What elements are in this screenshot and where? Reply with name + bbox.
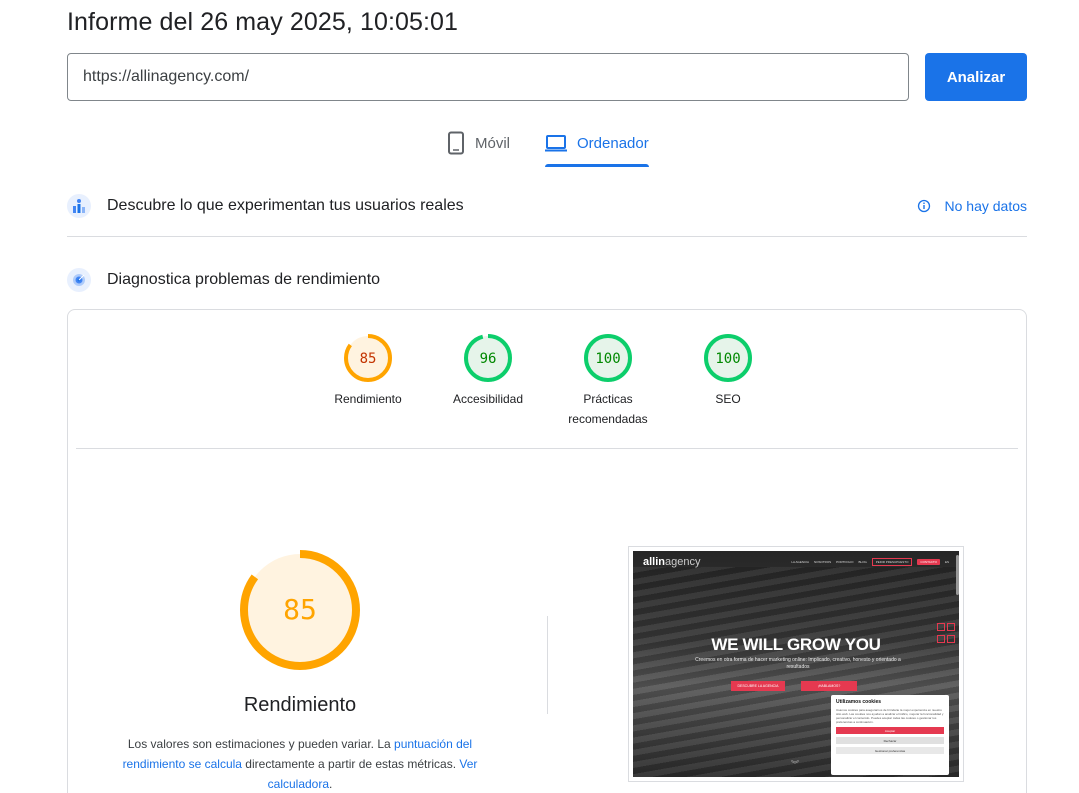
no-data-label: No hay datos — [944, 198, 1028, 214]
info-icon — [917, 199, 930, 213]
lighthouse-radar-icon — [67, 268, 91, 292]
screenshot-cookie-banner: Utilizamos cookies Usamos cookies para a… — [831, 695, 949, 775]
gauge-ring: 96 — [464, 334, 512, 382]
screenshot-nav: allinagency LA AGENCIA NOSOTROS PORTFOLI… — [633, 551, 959, 573]
field-data-section: Descubre lo que experimentan tus usuario… — [67, 194, 1027, 218]
performance-big-label: Rendimiento — [243, 694, 357, 716]
gauge-label: Accesibilidad — [452, 392, 524, 406]
smartphone-icon — [448, 131, 464, 155]
gauge-label: Prácticas recomendadas — [568, 392, 648, 426]
final-screenshot[interactable]: allinagency LA AGENCIA NOSOTROS PORTFOLI… — [628, 546, 964, 782]
gauge-label: Rendimiento — [334, 392, 402, 406]
tab-mobile[interactable]: Móvil — [447, 131, 510, 167]
page-title: Informe del 26 may 2025, 10:05:01 — [67, 8, 459, 36]
analyze-button[interactable]: Analizar — [925, 53, 1027, 101]
gauge-ring: 100 — [704, 334, 752, 382]
screenshot-headline: WE WILL GROW YOU — [711, 635, 881, 654]
lab-data-title: Diagnostica problemas de rendimiento — [107, 271, 381, 288]
screenshot-image: allinagency LA AGENCIA NOSOTROS PORTFOLI… — [633, 551, 959, 777]
performance-description: Los valores son estimaciones y pueden va… — [122, 737, 478, 791]
card-divider — [76, 448, 1018, 449]
scroll-down-icon: ︾ — [791, 760, 799, 769]
users-chart-icon — [67, 194, 91, 218]
screenshot-menu: LA AGENCIA NOSOTROS PORTFOLIO BLOG PEDIR… — [791, 558, 949, 566]
lab-data-section: Diagnostica problemas de rendimiento — [67, 268, 1027, 292]
screenshot-btn-talk: ¡HABLAMOS? — [801, 681, 857, 691]
report-card: 85 Rendimiento 96 Accesibilidad 100 Prácticas… — [67, 309, 1027, 793]
tab-mobile-label: Móvil — [475, 135, 511, 152]
gauge-label: SEO — [715, 392, 741, 406]
gauge-score: 100 — [715, 351, 740, 367]
gauge-accesibilidad[interactable]: 96 Accesibilidad — [438, 332, 538, 409]
gauge-score: 96 — [480, 351, 497, 367]
gauge-score: 100 — [595, 351, 620, 367]
gauge-practicas-recomendadas[interactable]: 100 Prácticas recomendadas — [558, 332, 658, 429]
performance-big-score: 85 — [283, 593, 317, 626]
gauge-ring: 85 — [344, 334, 392, 382]
section-divider — [67, 236, 1027, 237]
url-input[interactable] — [67, 53, 909, 101]
screenshot-btn-agency: DESCUBRE LA AGENCIA — [731, 681, 785, 691]
gauge-ring: 100 — [584, 334, 632, 382]
vertical-separator — [547, 616, 548, 714]
gauge-score: 85 — [360, 351, 377, 367]
performance-big-gauge: 85 — [240, 550, 360, 670]
field-data-title: Descubre lo que experimentan tus usuario… — [107, 197, 464, 214]
gauge-seo[interactable]: 100 SEO — [678, 332, 778, 409]
laptop-icon — [545, 135, 567, 152]
tab-desktop[interactable]: Ordenador — [545, 131, 649, 167]
screenshot-subheadline: Creemos en otra forma de hacer marketing… — [695, 657, 901, 670]
gauge-rendimiento[interactable]: 85 Rendimiento — [318, 332, 418, 409]
tab-desktop-label: Ordenador — [577, 135, 649, 152]
screenshot-logo: allinagency — [643, 556, 701, 568]
screenshot-side-icons — [937, 623, 955, 631]
no-data-link[interactable]: No hay datos — [917, 198, 1028, 214]
